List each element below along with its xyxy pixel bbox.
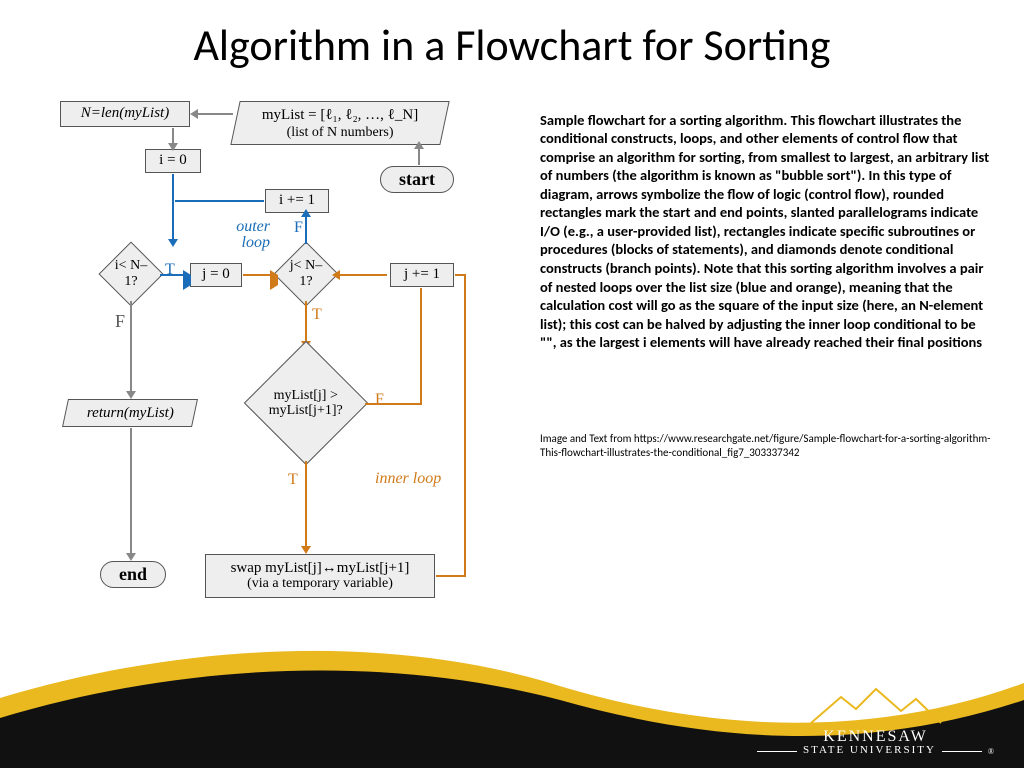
node-mylist: myList = [ℓ₁, ℓ₂, …, ℓ_N] (list of N numb… [230, 101, 449, 145]
node-jinc: j += 1 [390, 263, 454, 287]
university-logo: KENNESAW STATE UNIVERSITY ® [757, 685, 994, 756]
label-F3: F [375, 391, 384, 409]
label-inner: inner loop [375, 471, 441, 487]
node-swap: swap myList[j]↔myList[j+1] (via a tempor… [205, 554, 435, 598]
flowchart-diagram: N=len(myList) myList = [ℓ₁, ℓ₂, …, ℓ_N] (… [30, 101, 510, 611]
swap-text: swap myList[j]↔myList[j+1] [231, 560, 410, 577]
slide-title: Algorithm in a Flowchart for Sorting [0, 0, 1024, 71]
label-T2: T [312, 306, 322, 324]
slide: Algorithm in a Flowchart for Sorting N=l… [0, 0, 1024, 768]
node-start: start [380, 166, 454, 193]
label-T3: T [288, 471, 298, 489]
right-column: Sample flowchart for a sorting algorithm… [510, 101, 994, 611]
label-outer: outer loop [210, 219, 270, 251]
label-F2: F [294, 219, 303, 237]
node-end: end [100, 561, 166, 588]
mountain-icon [801, 685, 951, 725]
swap-sub: (via a temporary variable) [247, 576, 393, 591]
logo-sub: STATE UNIVERSITY [803, 744, 936, 756]
node-i0: i = 0 [145, 149, 201, 173]
node-nlen: N=len(myList) [60, 101, 190, 127]
mylist-sub: (list of N numbers) [287, 124, 394, 139]
content-row: N=len(myList) myList = [ℓ₁, ℓ₂, …, ℓ_N] (… [0, 101, 1024, 611]
node-return: return(myList) [62, 399, 198, 427]
description-text: Sample flowchart for a sorting algorithm… [540, 111, 994, 352]
node-iless: i< N–1? [98, 241, 163, 306]
node-compare: myList[j] > myList[j+1]? [244, 340, 368, 464]
label-T1: T [165, 261, 175, 279]
image-credit: Image and Text from https://www.research… [540, 432, 994, 461]
node-iinc: i += 1 [265, 189, 329, 213]
label-F1: F [115, 311, 125, 332]
mylist-text: myList = [ℓ₁, ℓ₂, …, ℓ_N] [262, 106, 418, 122]
